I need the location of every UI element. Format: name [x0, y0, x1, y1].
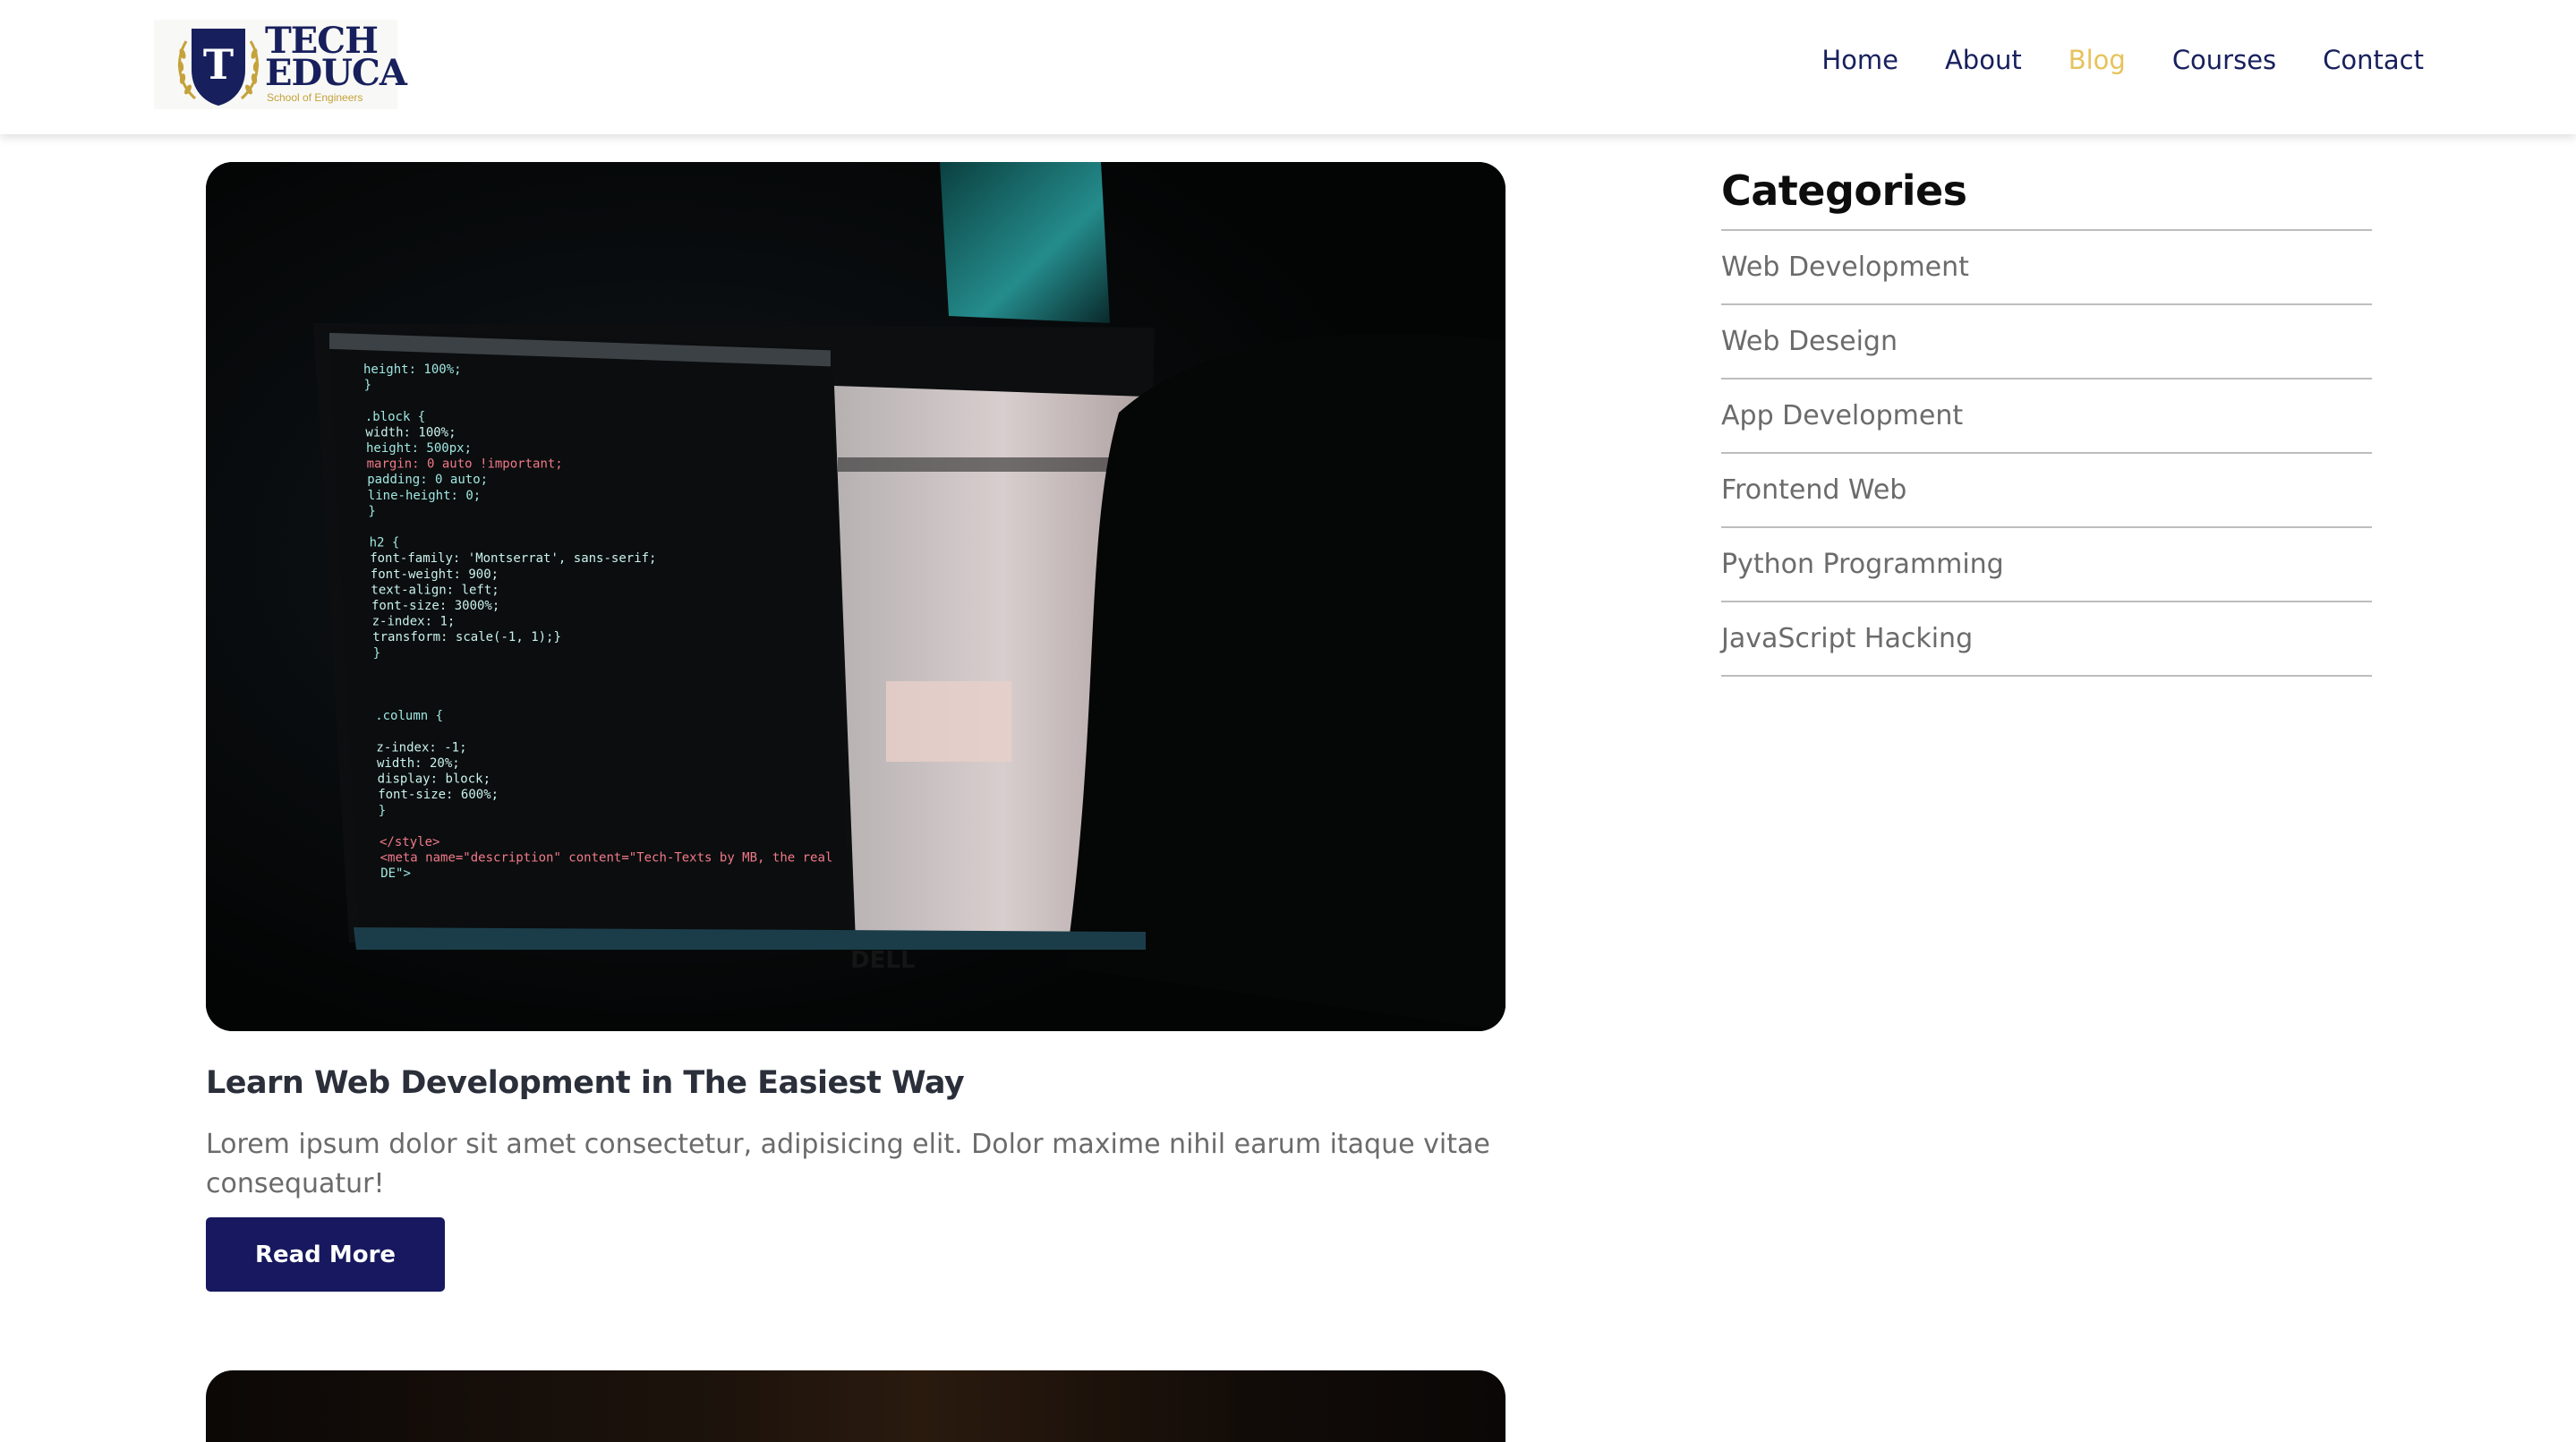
nav-blog-link[interactable]: Blog — [2068, 45, 2126, 75]
code-line: font-weight: 900; — [371, 567, 499, 582]
code-line: height: 500px; — [366, 441, 472, 456]
monitor-brand-label: DELL — [850, 947, 915, 974]
categories-list: Web Development Web Deseign App Developm… — [1721, 231, 2372, 677]
post-image[interactable]: height: 100%;} .block {width: 100%; height… — [206, 162, 1506, 1031]
code-line: h2 { — [370, 536, 400, 550]
code-line: transform: scale(-1, 1);} — [372, 630, 561, 644]
logo-tagline: School of Engineers — [267, 91, 363, 104]
category-item: Frontend Web — [1721, 454, 2372, 528]
code-line: } — [379, 804, 386, 818]
nav-courses-link[interactable]: Courses — [2172, 45, 2276, 75]
code-line: } — [373, 646, 380, 661]
read-more-button[interactable]: Read More — [206, 1217, 445, 1292]
category-link-javascript-hacking[interactable]: JavaScript Hacking — [1721, 623, 1973, 654]
category-item: Web Development — [1721, 231, 2372, 305]
category-item: JavaScript Hacking — [1721, 602, 2372, 677]
code-line: DE"> — [380, 866, 411, 881]
category-item: App Development — [1721, 380, 2372, 454]
next-post-image[interactable] — [206, 1370, 1506, 1442]
category-link-frontend-web[interactable]: Frontend Web — [1721, 474, 1906, 506]
category-link-web-development[interactable]: Web Development — [1721, 252, 1969, 283]
code-line: display: block; — [378, 772, 490, 787]
category-link-web-design[interactable]: Web Deseign — [1721, 326, 1898, 357]
code-line: z-index: -1; — [376, 740, 466, 755]
categories-title: Categories — [1721, 161, 2372, 231]
site-header: T TECH EDUCA School of Engineers Home Ab… — [0, 0, 2576, 134]
code-line: font-family: 'Montserrat', sans-serif; — [370, 551, 656, 566]
code-monitor-photo: height: 100%;} .block {width: 100%; height… — [206, 162, 1506, 1031]
nav-contact-link[interactable]: Contact — [2323, 45, 2424, 75]
code-line: .column { — [375, 709, 443, 723]
post-title[interactable]: Learn Web Development in The Easiest Way — [206, 1065, 965, 1101]
code-line: text-align: left; — [371, 583, 499, 597]
category-link-python-programming[interactable]: Python Programming — [1721, 549, 2004, 580]
main-nav: Home About Blog Courses Contact — [1821, 45, 2424, 75]
code-line: .block { — [365, 410, 425, 424]
category-item: Web Deseign — [1721, 305, 2372, 380]
shield-logo-icon: T — [177, 29, 260, 106]
code-line: width: 20%; — [377, 756, 460, 771]
post-excerpt: Lorem ipsum dolor sit amet consectetur, … — [206, 1129, 1490, 1199]
nav-home-link[interactable]: Home — [1821, 45, 1898, 75]
site-logo[interactable]: T TECH EDUCA School of Engineers — [154, 20, 407, 109]
code-line: height: 100%; — [363, 363, 462, 377]
logo-word-educa: EDUCA — [265, 52, 407, 94]
code-line: <meta name="description" content="Tech-T… — [380, 851, 833, 866]
code-line: line-height: 0; — [368, 489, 481, 503]
shield-letter: T — [203, 40, 234, 89]
code-line: margin: 0 auto !important; — [367, 457, 563, 472]
code-line: } — [364, 379, 371, 393]
category-link-app-development[interactable]: App Development — [1721, 400, 1963, 431]
code-line: font-size: 3000%; — [371, 599, 499, 613]
category-item: Python Programming — [1721, 528, 2372, 602]
code-line: padding: 0 auto; — [367, 473, 488, 487]
code-line: z-index: 1; — [372, 615, 456, 629]
code-line: } — [368, 504, 375, 518]
nav-about-link[interactable]: About — [1945, 45, 2022, 75]
code-line: </style> — [380, 835, 439, 849]
code-line: width: 100%; — [365, 425, 456, 439]
categories-sidebar: Categories Web Development Web Deseign A… — [1721, 161, 2372, 677]
code-line: font-size: 600%; — [378, 788, 499, 802]
